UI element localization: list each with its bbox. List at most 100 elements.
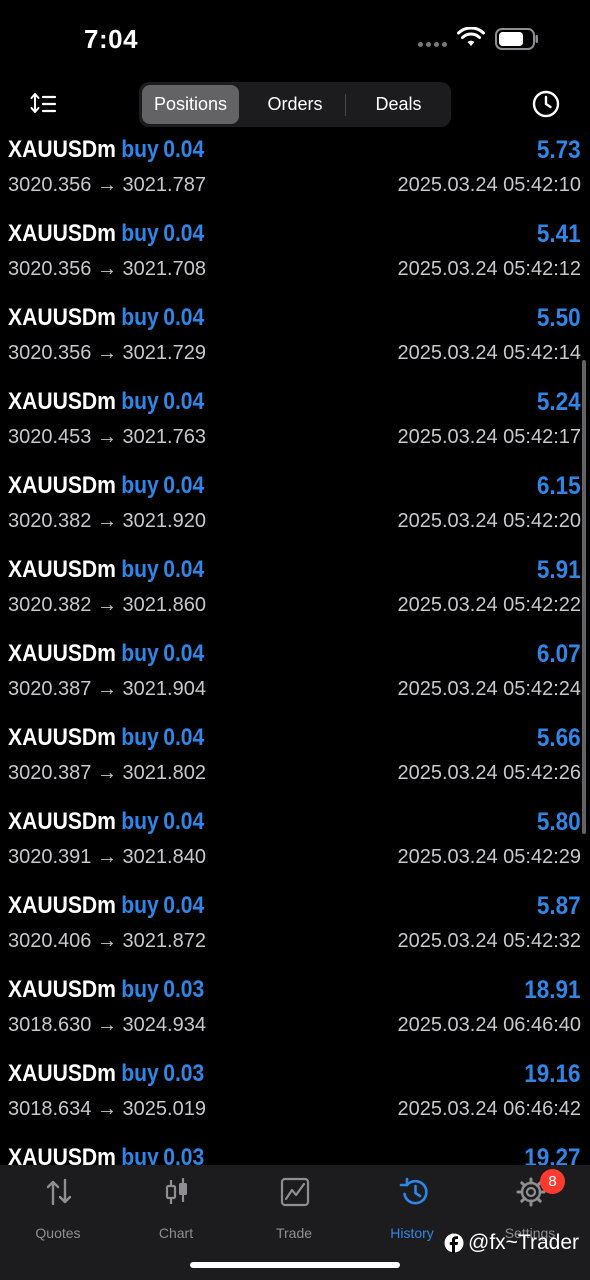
deal-title: XAUUSDm buy 0.04 [8,304,204,338]
volume: 0.03 [163,976,205,1003]
prices: 3020.387 → 3021.904 [8,678,206,700]
watermark-text: @fx~Trader [468,1231,579,1254]
tab-label: Quotes [35,1225,81,1241]
side: buy [121,808,159,835]
sort-icon[interactable] [30,91,58,117]
symbol: XAUUSDm [8,388,116,415]
prices: 3018.634 → 3025.019 [8,1098,206,1120]
deal-time: 2025.03.24 05:42:24 [397,678,581,700]
list-item[interactable]: XAUUSDm buy 0.03 19.16 3018.634 → 3025.019… [0,1060,590,1144]
symbol: XAUUSDm [8,808,116,835]
deal-time: 2025.03.24 05:42:20 [397,510,581,532]
prices: 3020.382 → 3021.860 [8,594,206,616]
deals-list[interactable]: XAUUSDm buy 0.04 5.73 3020.356 → 3021.787 … [0,136,590,1166]
header: Positions Orders Deals [0,80,590,130]
prices: 3020.356 → 3021.729 [8,342,206,364]
scrollbar[interactable] [582,360,586,834]
list-item[interactable]: XAUUSDm buy 0.04 6.07 3020.387 → 3021.904 … [0,640,590,724]
profit: 6.15 [537,472,581,500]
list-item[interactable]: XAUUSDm buy 0.04 6.15 3020.382 → 3021.920 … [0,472,590,556]
list-item[interactable]: XAUUSDm buy 0.04 5.73 3020.356 → 3021.787 … [0,136,590,220]
list-item[interactable]: XAUUSDm buy 0.04 5.91 3020.382 → 3021.860 … [0,556,590,640]
tab-label: Trade [275,1225,313,1241]
candlestick-icon [165,1178,187,1204]
list-item[interactable]: XAUUSDm buy 0.03 18.91 3018.630 → 3024.934… [0,976,590,1060]
volume: 0.04 [163,640,205,667]
profit: 5.41 [537,220,581,248]
side: buy [121,640,159,667]
deal-time: 2025.03.24 05:42:12 [397,258,581,280]
list-item[interactable]: XAUUSDm buy 0.04 5.50 3020.356 → 3021.729 … [0,304,590,388]
watermark: @fx~Trader [444,1228,579,1258]
deal-time: 2025.03.24 05:42:10 [397,174,581,196]
deal-title: XAUUSDm buy 0.04 [8,388,204,422]
settings-badge: 8 [540,1169,565,1194]
tab-positions[interactable]: Positions [142,85,239,124]
symbol: XAUUSDm [8,136,116,163]
tab-label: Chart [158,1225,194,1241]
deal-time: 2025.03.24 05:42:26 [397,762,581,784]
side: buy [121,472,159,499]
deal-time: 2025.03.24 05:42:22 [397,594,581,616]
deal-title: XAUUSDm buy 0.04 [8,556,204,590]
tab-orders[interactable]: Orders [243,85,347,124]
volume: 0.04 [163,892,205,919]
symbol: XAUUSDm [8,1144,116,1166]
list-item[interactable]: XAUUSDm buy 0.04 5.80 3020.391 → 3021.840 … [0,808,590,892]
symbol: XAUUSDm [8,472,116,499]
wifi-icon [457,27,485,46]
side: buy [121,556,159,583]
prices: 3020.453 → 3021.763 [8,426,206,448]
volume: 0.03 [163,1144,205,1166]
deal-title: XAUUSDm buy 0.03 [8,976,204,1010]
tab-trade[interactable]: Trade [244,1175,344,1241]
prices: 3020.356 → 3021.787 [8,174,206,196]
profit: 19.16 [524,1060,581,1088]
facebook-icon [444,1233,464,1253]
symbol: XAUUSDm [8,220,116,247]
deal-time: 2025.03.24 05:42:29 [397,846,581,868]
list-item[interactable]: XAUUSDm buy 0.04 5.66 3020.387 → 3021.802 … [0,724,590,808]
volume: 0.04 [163,304,205,331]
quotes-icon [46,1178,72,1206]
deal-title: XAUUSDm buy 0.03 [8,1144,204,1166]
prices: 3020.406 → 3021.872 [8,930,206,952]
view-segmented-control: Positions Orders Deals [139,82,451,127]
profit: 5.80 [537,808,581,836]
volume: 0.04 [163,808,205,835]
side: buy [121,136,159,163]
prices: 3020.387 → 3021.802 [8,762,206,784]
tab-quotes[interactable]: Quotes [8,1175,108,1241]
deal-time: 2025.03.24 05:42:14 [397,342,581,364]
side: buy [121,1060,159,1087]
symbol: XAUUSDm [8,892,116,919]
list-item[interactable]: XAUUSDm buy 0.04 5.87 3020.406 → 3021.872 … [0,892,590,976]
tab-deals[interactable]: Deals [349,85,448,124]
list-item[interactable]: XAUUSDm buy 0.04 5.24 3020.453 → 3021.763 … [0,388,590,472]
side: buy [121,388,159,415]
list-item[interactable]: XAUUSDm buy 0.03 19.27 [0,1144,590,1166]
cellular-signal-icon [418,42,447,47]
clock-icon[interactable] [531,89,561,119]
profit: 19.27 [524,1144,581,1166]
status-time: 7:04 [84,24,139,54]
deal-title: XAUUSDm buy 0.04 [8,136,204,170]
home-indicator[interactable] [190,1262,400,1268]
volume: 0.03 [163,1060,205,1087]
list-item[interactable]: XAUUSDm buy 0.04 5.41 3020.356 → 3021.708 … [0,220,590,304]
tab-chart[interactable]: Chart [126,1175,226,1241]
profit: 6.07 [537,640,581,668]
battery-icon [495,28,538,50]
volume: 0.04 [163,220,205,247]
deal-time: 2025.03.24 05:42:32 [397,930,581,952]
deal-title: XAUUSDm buy 0.04 [8,640,204,674]
symbol: XAUUSDm [8,640,116,667]
volume: 0.04 [163,556,205,583]
deal-time: 2025.03.24 06:46:42 [397,1098,581,1120]
prices: 3020.382 → 3021.920 [8,510,206,532]
history-icon [399,1177,428,1205]
volume: 0.04 [163,472,205,499]
symbol: XAUUSDm [8,976,116,1003]
symbol: XAUUSDm [8,304,116,331]
prices: 3018.630 → 3024.934 [8,1014,206,1036]
